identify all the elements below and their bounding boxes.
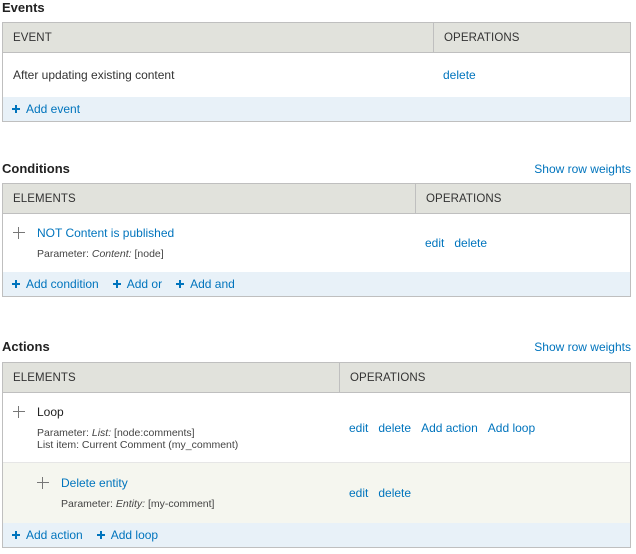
add-action-link[interactable]: Add action (12, 528, 83, 542)
loop-edit-link[interactable]: edit (349, 421, 368, 435)
plus-icon (112, 280, 121, 288)
add-and-link[interactable]: Add and (176, 277, 235, 291)
delete-entity-edit-link[interactable]: edit (349, 486, 368, 500)
drag-handle-icon[interactable] (13, 227, 25, 239)
plus-icon (12, 280, 20, 288)
add-event-label: Add event (26, 102, 81, 116)
events-heading: Events (2, 0, 45, 15)
drag-handle-icon[interactable] (37, 477, 49, 489)
plus-icon (96, 531, 105, 539)
loop-label: Loop (37, 404, 64, 419)
conditions-table: ELEMENTS OPERATIONS NOT Content is publi… (2, 183, 631, 297)
plus-icon (12, 531, 20, 539)
condition-operations: edit delete (415, 214, 630, 272)
plus-icon (176, 280, 185, 288)
events-table: EVENT OPERATIONS After updating existing… (2, 22, 631, 122)
table-row: After updating existing content delete (3, 53, 630, 97)
column-header-operations: OPERATIONS (415, 184, 630, 213)
column-header-elements: ELEMENTS (13, 371, 76, 384)
delete-entity-label-link[interactable]: Delete entity (61, 476, 128, 490)
events-footer: Add event (3, 97, 630, 121)
add-condition-link[interactable]: Add condition (12, 277, 99, 291)
conditions-footer: Add condition Add or Add and (3, 272, 630, 296)
condition-parameter: Parameter: Content: [node] (37, 248, 164, 260)
delete-entity-delete-link[interactable]: delete (378, 486, 411, 500)
event-delete-link[interactable]: delete (443, 68, 476, 82)
table-row: NOT Content is published Parameter: Cont… (3, 214, 630, 272)
table-row: Delete entity Parameter: Entity: [my-com… (3, 463, 630, 523)
conditions-show-row-weights-link[interactable]: Show row weights (534, 162, 631, 176)
add-event-link[interactable]: Add event (12, 102, 80, 116)
actions-table: ELEMENTS OPERATIONS Loop Parameter: List… (2, 362, 631, 548)
delete-entity-operations: edit delete (339, 463, 630, 523)
delete-entity-parameter: Parameter: Entity: [my-comment] (61, 498, 215, 510)
event-operations: delete (433, 53, 630, 97)
condition-edit-link[interactable]: edit (425, 236, 444, 250)
events-table-header: EVENT OPERATIONS (3, 23, 630, 53)
actions-heading: Actions (2, 339, 50, 354)
plus-icon (12, 105, 20, 113)
loop-list-item: List item: Current Comment (my_comment) (37, 438, 239, 451)
condition-element-cell: NOT Content is published Parameter: Cont… (3, 214, 415, 272)
column-header-operations: OPERATIONS (433, 23, 630, 52)
column-header-event: EVENT (13, 31, 52, 44)
drag-handle-icon[interactable] (13, 405, 25, 418)
add-loop-link[interactable]: Add loop (96, 528, 158, 542)
delete-entity-element-cell: Delete entity Parameter: Entity: [my-com… (3, 463, 339, 523)
conditions-heading: Conditions (2, 161, 70, 176)
loop-add-loop-link[interactable]: Add loop (488, 421, 535, 435)
condition-delete-link[interactable]: delete (454, 236, 487, 250)
loop-operations: edit delete Add action Add loop (339, 393, 630, 462)
column-header-operations: OPERATIONS (339, 363, 630, 392)
table-row: Loop Parameter: List: [node:comments] Li… (3, 393, 630, 463)
column-header-elements: ELEMENTS (13, 192, 76, 205)
actions-table-header: ELEMENTS OPERATIONS (3, 363, 630, 393)
actions-footer: Add action Add loop (3, 523, 630, 547)
loop-add-action-link[interactable]: Add action (421, 421, 478, 435)
loop-delete-link[interactable]: delete (378, 421, 411, 435)
loop-element-cell: Loop Parameter: List: [node:comments] Li… (3, 393, 339, 462)
event-label: After updating existing content (13, 68, 175, 82)
add-or-link[interactable]: Add or (112, 277, 162, 291)
actions-show-row-weights-link[interactable]: Show row weights (534, 340, 631, 354)
loop-parameter: Parameter: List: [node:comments] (37, 426, 195, 439)
conditions-table-header: ELEMENTS OPERATIONS (3, 184, 630, 214)
condition-label-link[interactable]: NOT Content is published (37, 226, 174, 240)
